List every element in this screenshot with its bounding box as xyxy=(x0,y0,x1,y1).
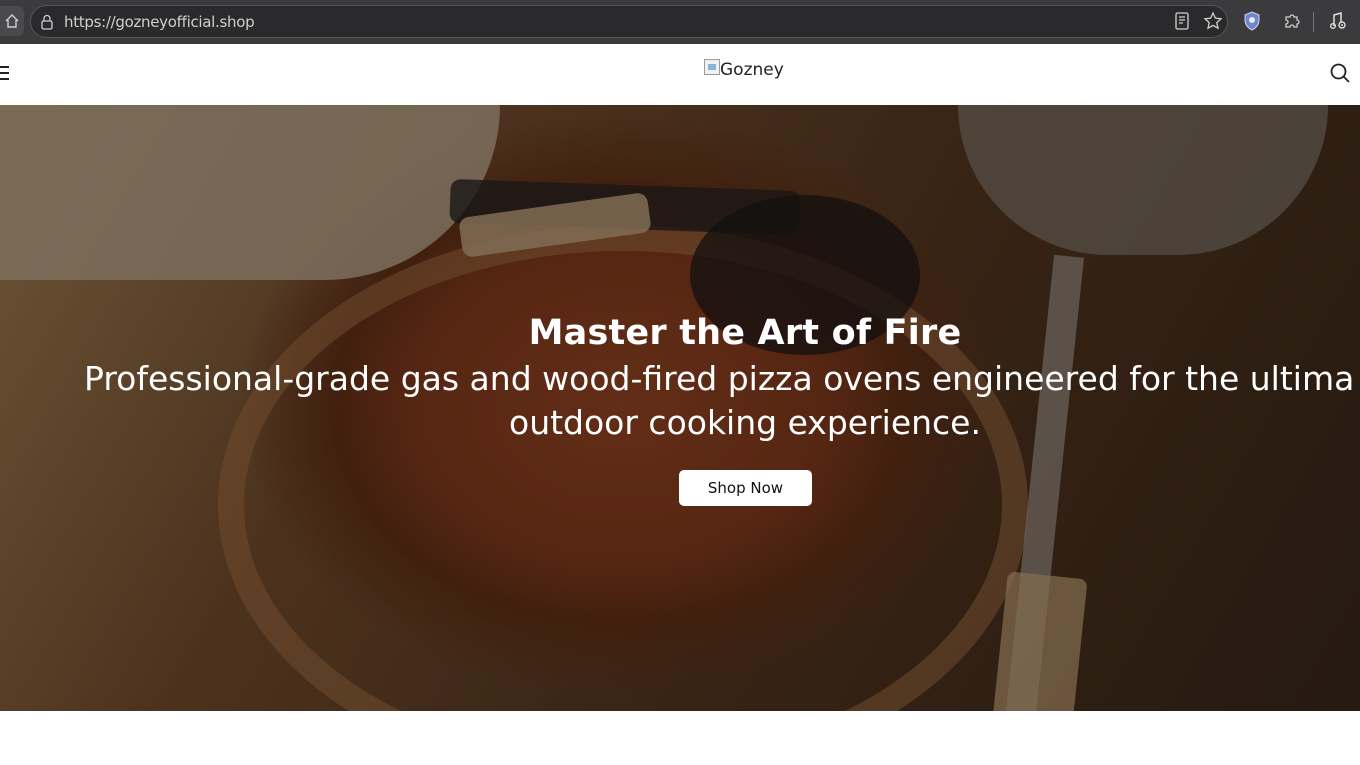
hero-title: Master the Art of Fire xyxy=(528,313,962,353)
lock-icon xyxy=(41,14,53,30)
search-icon[interactable] xyxy=(1328,61,1352,85)
site-logo[interactable]: Gozney xyxy=(704,59,784,83)
bookmark-star-icon[interactable] xyxy=(1203,11,1223,31)
home-icon xyxy=(5,14,19,28)
hamburger-menu-icon[interactable] xyxy=(0,66,10,82)
logo-alt-text: Gozney xyxy=(720,60,784,80)
hero-subtitle-line-1: Professional-grade gas and wood-fired pi… xyxy=(84,359,1355,398)
shop-now-button[interactable]: Shop Now xyxy=(679,470,812,506)
site-header: Gozney xyxy=(0,44,1360,105)
url-text[interactable]: https://gozneyofficial.shop xyxy=(64,13,255,31)
browser-toolbar: https://gozneyofficial.shop xyxy=(0,0,1360,44)
address-bar[interactable]: https://gozneyofficial.shop xyxy=(30,5,1228,38)
media-control-icon[interactable] xyxy=(1328,11,1348,31)
hero-subtitle-line-2: outdoor cooking experience. xyxy=(509,403,981,442)
toolbar-separator xyxy=(1313,12,1314,32)
hero-banner: Master the Art of Fire Professional-grad… xyxy=(0,105,1360,711)
extensions-puzzle-icon[interactable] xyxy=(1282,11,1302,31)
home-button[interactable] xyxy=(0,6,24,36)
shield-extension-icon[interactable] xyxy=(1242,11,1262,31)
broken-image-icon xyxy=(704,59,720,75)
reader-mode-icon[interactable] xyxy=(1172,11,1192,31)
